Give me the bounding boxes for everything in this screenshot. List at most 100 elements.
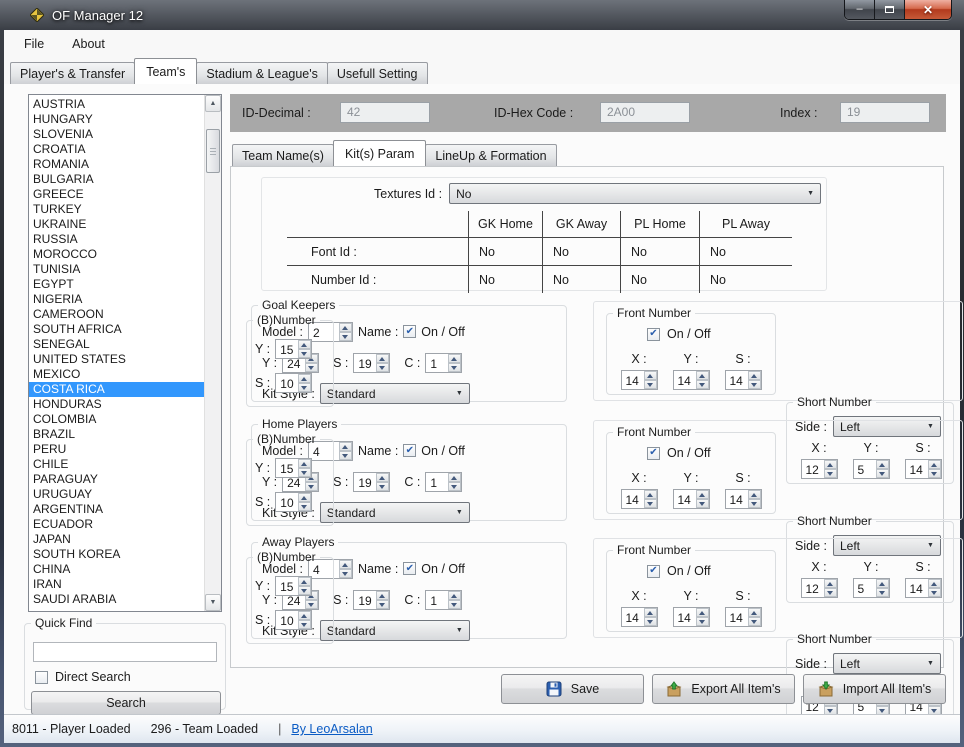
spinner-down-icon[interactable] (298, 502, 311, 511)
spinner-down-icon[interactable] (696, 617, 709, 626)
country-item[interactable]: ARGENTINA (29, 502, 204, 517)
front-y-spinner[interactable]: 14 (673, 370, 710, 390)
spinner-arrows[interactable] (298, 374, 311, 392)
c-spinner[interactable]: 1 (425, 590, 462, 610)
spinner-down-icon[interactable] (376, 363, 389, 372)
country-item[interactable]: TURKEY (29, 202, 204, 217)
tab-usefull-setting[interactable]: Usefull Setting (327, 62, 428, 84)
country-item[interactable]: CAMEROON (29, 307, 204, 322)
country-item[interactable]: PARAGUAY (29, 472, 204, 487)
spinner-arrows[interactable] (298, 611, 311, 629)
bnumber-y-spinner[interactable]: 15 (275, 458, 312, 478)
spinner-down-icon[interactable] (644, 617, 657, 626)
country-item[interactable]: BULGARIA (29, 172, 204, 187)
spinner-arrows[interactable] (339, 323, 352, 341)
spinner-up-icon[interactable] (298, 611, 311, 620)
spinner-down-icon[interactable] (298, 620, 311, 629)
scrollbar-thumb[interactable] (206, 129, 220, 173)
country-item[interactable]: CROATIA (29, 142, 204, 157)
bnumber-s-spinner[interactable]: 10 (275, 492, 312, 512)
title-bar[interactable]: OF Manager 12 – ✕ (0, 0, 964, 30)
search-button[interactable]: Search (31, 691, 221, 715)
close-button[interactable]: ✕ (905, 0, 951, 19)
country-item[interactable]: PERU (29, 442, 204, 457)
tab-teams[interactable]: Team's (134, 58, 197, 84)
s-spinner[interactable]: 19 (353, 472, 390, 492)
spinner-arrows[interactable] (376, 354, 389, 372)
spinner-down-icon[interactable] (298, 349, 311, 358)
spinner-up-icon[interactable] (644, 608, 657, 617)
country-item[interactable]: SENEGAL (29, 337, 204, 352)
spinner-up-icon[interactable] (748, 608, 761, 617)
textures-id-select[interactable]: No▼ (449, 183, 821, 204)
country-item[interactable]: UNITED STATES (29, 352, 204, 367)
tab-lineup-formation[interactable]: LineUp & Formation (425, 144, 556, 166)
country-item[interactable]: AUSTRIA (29, 97, 204, 112)
country-item[interactable]: COSTA RICA (29, 382, 204, 397)
front-s-spinner[interactable]: 14 (725, 489, 762, 509)
country-item[interactable]: IRAN (29, 577, 204, 592)
spinner-up-icon[interactable] (298, 577, 311, 586)
menu-file[interactable]: File (24, 37, 44, 51)
front-number-checkbox[interactable] (647, 447, 660, 460)
scroll-up-icon[interactable]: ▲ (205, 95, 221, 112)
spinner-down-icon[interactable] (376, 482, 389, 491)
spinner-up-icon[interactable] (748, 371, 761, 380)
country-item[interactable]: ECUADOR (29, 517, 204, 532)
spinner-arrows[interactable] (298, 577, 311, 595)
spinner-down-icon[interactable] (448, 363, 461, 372)
country-item[interactable]: COLOMBIA (29, 412, 204, 427)
bnumber-s-spinner[interactable]: 10 (275, 373, 312, 393)
name-checkbox[interactable] (403, 562, 416, 575)
spinner-arrows[interactable] (696, 608, 709, 626)
spinner-up-icon[interactable] (298, 340, 311, 349)
front-s-spinner[interactable]: 14 (725, 607, 762, 627)
country-item[interactable]: SLOVENIA (29, 127, 204, 142)
kit-style-select[interactable]: Standard▼ (320, 383, 470, 404)
spinner-up-icon[interactable] (748, 490, 761, 499)
scroll-down-icon[interactable]: ▼ (205, 594, 221, 611)
spinner-down-icon[interactable] (748, 617, 761, 626)
spinner-arrows[interactable] (644, 371, 657, 389)
export-all-button[interactable]: Export All Item's (652, 674, 795, 704)
country-item[interactable]: ROMANIA (29, 157, 204, 172)
spinner-up-icon[interactable] (376, 591, 389, 600)
tab-team-names[interactable]: Team Name(s) (232, 144, 334, 166)
country-item[interactable]: URUGUAY (29, 487, 204, 502)
front-x-spinner[interactable]: 14 (621, 489, 658, 509)
country-item[interactable]: SAUDI ARABIA (29, 592, 204, 607)
name-checkbox[interactable] (403, 444, 416, 457)
country-item[interactable]: TUNISIA (29, 262, 204, 277)
country-item[interactable]: HUNGARY (29, 112, 204, 127)
front-number-checkbox[interactable] (647, 565, 660, 578)
c-spinner[interactable]: 1 (425, 472, 462, 492)
spinner-down-icon[interactable] (644, 380, 657, 389)
front-x-spinner[interactable]: 14 (621, 607, 658, 627)
spinner-arrows[interactable] (696, 371, 709, 389)
spinner-up-icon[interactable] (644, 490, 657, 499)
country-item[interactable]: RUSSIA (29, 232, 204, 247)
spinner-down-icon[interactable] (376, 600, 389, 609)
spinner-down-icon[interactable] (339, 451, 352, 460)
country-item[interactable]: GREECE (29, 187, 204, 202)
side-select[interactable]: Left▼ (833, 653, 941, 674)
spinner-arrows[interactable] (448, 354, 461, 372)
tab-stadium-leagues[interactable]: Stadium & League's (196, 62, 328, 84)
kit-style-select[interactable]: Standard▼ (320, 620, 470, 641)
bnumber-y-spinner[interactable]: 15 (275, 339, 312, 359)
spinner-up-icon[interactable] (448, 473, 461, 482)
spinner-arrows[interactable] (748, 371, 761, 389)
spinner-up-icon[interactable] (339, 560, 352, 569)
front-y-spinner[interactable]: 14 (673, 607, 710, 627)
spinner-down-icon[interactable] (339, 569, 352, 578)
spinner-arrows[interactable] (339, 442, 352, 460)
spinner-arrows[interactable] (376, 591, 389, 609)
spinner-arrows[interactable] (748, 490, 761, 508)
spinner-down-icon[interactable] (298, 586, 311, 595)
spinner-down-icon[interactable] (298, 468, 311, 477)
tab-players-transfer[interactable]: Player's & Transfer (10, 62, 135, 84)
team-listbox[interactable]: AUSTRIAHUNGARYSLOVENIACROATIAROMANIABULG… (28, 94, 222, 612)
country-item[interactable]: EGYPT (29, 277, 204, 292)
bnumber-s-spinner[interactable]: 10 (275, 610, 312, 630)
spinner-arrows[interactable] (298, 340, 311, 358)
